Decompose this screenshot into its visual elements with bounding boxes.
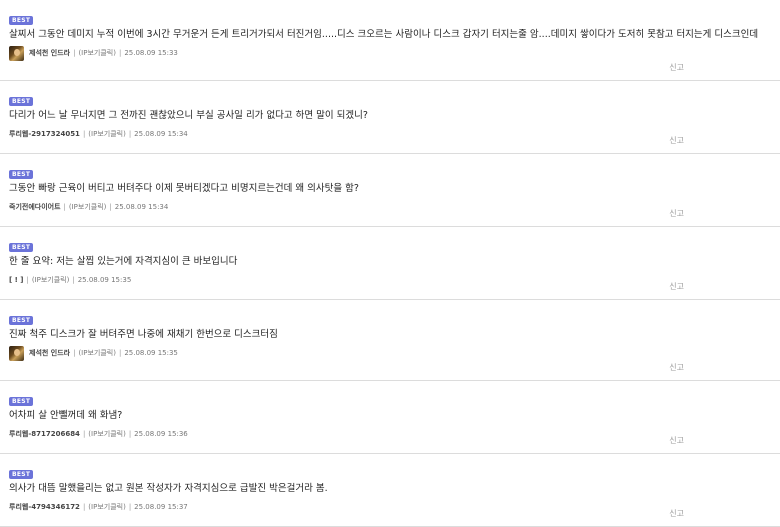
best-badge: BEST [9, 97, 34, 106]
comment-item: BEST 그동안 빠랑 근육이 버티고 버텨주다 이제 못버티겠다고 비명지르는… [0, 154, 780, 227]
report-button[interactable]: 신고 [669, 362, 684, 373]
comment-text: 살찌서 그동안 데미지 누적 이번에 3시간 무거운거 든게 트리거가되서 터진… [9, 29, 759, 40]
meta-separator: | [82, 430, 86, 438]
comment-list: BEST 살찌서 그동안 데미지 누적 이번에 3시간 무거운거 든게 트리거가… [0, 0, 780, 527]
best-badge: BEST [9, 170, 34, 179]
meta-separator: | [128, 130, 132, 138]
meta-separator: | [63, 203, 66, 211]
user-avatar[interactable] [9, 345, 24, 361]
user-nickname[interactable]: 루리웹-2917324051 [9, 129, 80, 139]
comment-text: 의사가 대뜸 말했을리는 없고 원본 작성자가 자격지심으로 급발진 박은걸거라… [9, 483, 328, 494]
best-badge: BEST [9, 397, 34, 406]
meta-separator: | [118, 349, 122, 357]
comment-text: 그동안 빠랑 근육이 버티고 버텨주다 이제 못버티겠다고 비명지르는건데 왜 … [9, 183, 359, 194]
report-button[interactable]: 신고 [669, 208, 684, 219]
comment-item: BEST 다리가 어느 날 무너지면 그 전까진 괜찮았으니 부실 공사일 리가… [0, 81, 780, 154]
ip-view-link[interactable]: (IP보기클릭) [78, 348, 116, 358]
comment-date: 25.08.09 15:33 [124, 49, 178, 57]
user-nickname[interactable]: 죽기전에다이어트 [9, 202, 61, 212]
meta-separator: | [109, 203, 112, 211]
comment-item: BEST 의사가 대뜸 말했을리는 없고 원본 작성자가 자격지심으로 급발진 … [0, 454, 780, 527]
meta-separator: | [128, 503, 132, 511]
report-button[interactable]: 신고 [669, 281, 684, 292]
comment-text: 어차피 살 안뺄꺼데 왜 화냄? [9, 410, 123, 421]
comment-meta: 루리웹-2917324051 | (IP보기클릭) | 25.08.09 15:… [9, 127, 771, 141]
best-badge: BEST [9, 316, 34, 325]
ip-view-link[interactable]: (IP보기클릭) [88, 502, 126, 512]
meta-separator: | [128, 430, 132, 438]
user-avatar[interactable] [9, 45, 24, 61]
ip-view-link[interactable]: (IP보기클릭) [88, 429, 126, 439]
comment-meta: 루리웹-4794346172 | (IP보기클릭) | 25.08.09 15:… [9, 500, 771, 514]
comment-item: BEST 한 줄 요약: 저는 살찝 있는거에 자격지심이 큰 바보입니다 [ … [0, 227, 780, 300]
meta-separator: | [82, 503, 86, 511]
user-nickname[interactable]: 루리웹-4794346172 [9, 502, 80, 512]
report-button[interactable]: 신고 [669, 435, 684, 446]
meta-separator: | [118, 49, 122, 57]
user-nickname[interactable]: [ ! ] [9, 276, 23, 284]
report-button[interactable]: 신고 [669, 62, 684, 73]
comment-meta: 제석천 인드라 | (IP보기클릭) | 25.08.09 15:35 [9, 345, 771, 361]
meta-separator: | [73, 49, 76, 57]
meta-separator: | [26, 276, 29, 284]
best-badge: BEST [9, 470, 34, 479]
comment-date: 25.08.09 15:36 [134, 430, 188, 438]
ip-view-link[interactable]: (IP보기클릭) [69, 202, 107, 212]
report-button[interactable]: 신고 [669, 508, 684, 519]
meta-separator: | [72, 276, 75, 284]
best-badge: BEST [9, 243, 34, 252]
ip-view-link[interactable]: (IP보기클릭) [78, 48, 116, 58]
best-badge: BEST [9, 16, 34, 25]
user-nickname[interactable]: 제석천 인드라 [29, 348, 70, 358]
comment-date: 25.08.09 15:34 [114, 203, 169, 211]
comment-meta: 루리웹-8717206684 | (IP보기클릭) | 25.08.09 15:… [9, 427, 771, 441]
comment-meta: 죽기전에다이어트 | (IP보기클릭) | 25.08.09 15:34 [9, 200, 771, 214]
comment-date: 25.08.09 15:35 [124, 349, 178, 357]
comment-item: BEST 진짜 척주 디스크가 잘 버텨주면 나중에 재채기 한번으로 디스크터… [0, 300, 780, 381]
comment-text: 다리가 어느 날 무너지면 그 전까진 괜찮았으니 부실 공사일 리가 없다고 … [9, 110, 368, 121]
ip-view-link[interactable]: (IP보기클릭) [32, 275, 70, 285]
comment-meta: [ ! ] | (IP보기클릭) | 25.08.09 15:35 [9, 273, 771, 287]
comment-date: 25.08.09 15:35 [77, 276, 132, 284]
meta-separator: | [82, 130, 86, 138]
ip-view-link[interactable]: (IP보기클릭) [88, 129, 126, 139]
user-nickname[interactable]: 제석천 인드라 [29, 48, 70, 58]
comment-item: BEST 살찌서 그동안 데미지 누적 이번에 3시간 무거운거 든게 트리거가… [0, 0, 780, 81]
comment-item: BEST 어차피 살 안뺄꺼데 왜 화냄? 루리웹-8717206684 | (… [0, 381, 780, 454]
comment-date: 25.08.09 15:34 [134, 130, 188, 138]
comment-date: 25.08.09 15:37 [134, 503, 188, 511]
comment-meta: 제석천 인드라 | (IP보기클릭) | 25.08.09 15:33 [9, 45, 771, 61]
meta-separator: | [73, 349, 76, 357]
comment-text: 진짜 척주 디스크가 잘 버텨주면 나중에 재채기 한번으로 디스크터짐 [9, 329, 278, 340]
report-button[interactable]: 신고 [669, 135, 684, 146]
user-nickname[interactable]: 루리웹-8717206684 [9, 429, 80, 439]
comment-text: 한 줄 요약: 저는 살찝 있는거에 자격지심이 큰 바보입니다 [9, 256, 238, 267]
